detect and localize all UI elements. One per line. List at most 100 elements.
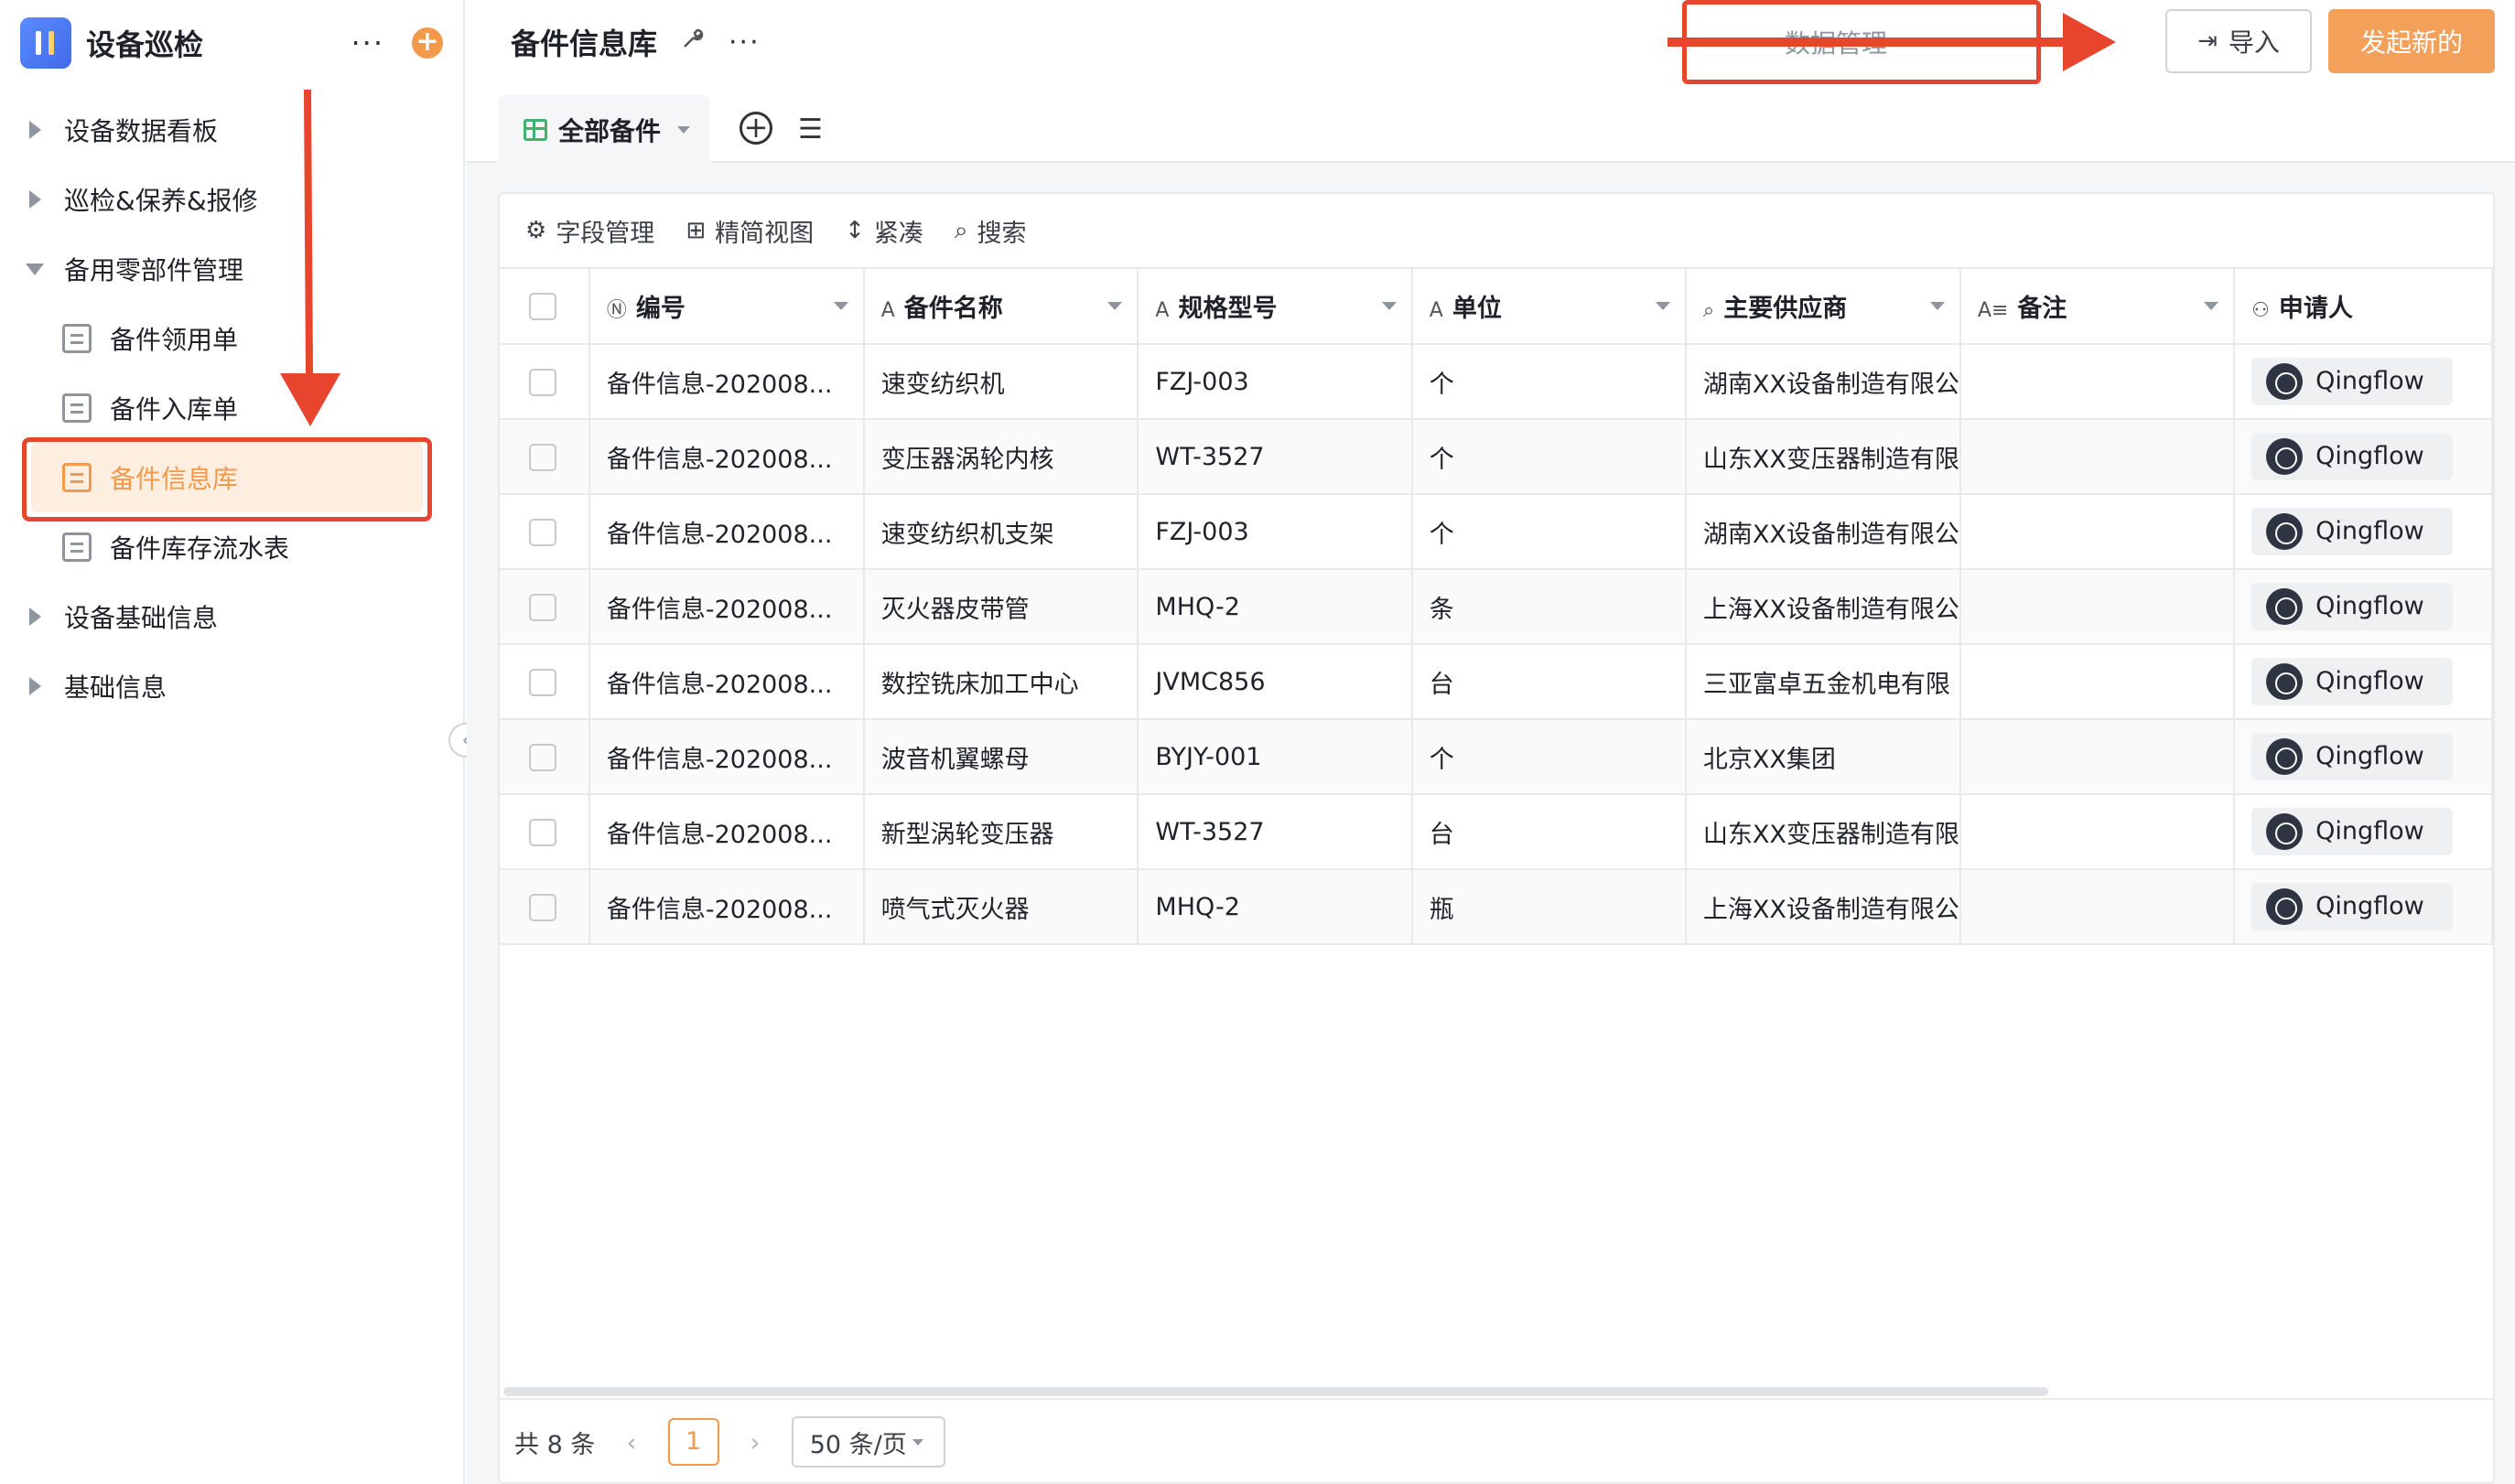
table-cell: 台: [1411, 644, 1687, 720]
table-cell: BYJY-001: [1138, 719, 1413, 795]
gear-icon: ⚙: [525, 217, 547, 244]
sidebar-item-stock-ledger[interactable]: 备件库存流水表: [0, 512, 465, 582]
applicant-tag[interactable]: Qingflow: [2251, 582, 2454, 630]
table-row[interactable]: 备件信息-202008... 数控铣床加工中心 JVMC856 台三亚富卓五金机电有限…: [500, 644, 2493, 720]
row-checkbox[interactable]: [500, 794, 590, 870]
new-record-button[interactable]: 发起新的: [2328, 9, 2495, 73]
page-title: 备件信息库: [511, 27, 658, 61]
applicant-tag[interactable]: Qingflow: [2251, 507, 2454, 555]
table-cell: FZJ-003: [1138, 344, 1413, 420]
app-add-button[interactable]: +: [412, 27, 443, 59]
column-header-supplier[interactable]: ⌕ 主要供应商: [1685, 269, 1961, 345]
table-cell: 备件信息-202008...: [588, 494, 865, 570]
page-size-select[interactable]: 50 条/页: [791, 1416, 945, 1468]
table-row[interactable]: 备件信息-202008... 波音机翼螺母 BYJY-001 个北京XX集团 Qingf…: [500, 719, 2493, 795]
applicant-tag[interactable]: Qingflow: [2251, 432, 2454, 480]
table-row[interactable]: 备件信息-202008... 变压器涡轮内核 WT-3527 个山东XX变压器制造有限…: [500, 419, 2493, 495]
table-row[interactable]: 备件信息-202008... 速变纺织机 FZJ-003 个湖南XX设备制造有限公 Qi…: [500, 344, 2493, 420]
field-manage-button[interactable]: ⚙ 字段管理: [525, 213, 654, 249]
table-cell: 备件信息-202008...: [588, 344, 865, 420]
table-cell: 波音机翼螺母: [863, 719, 1139, 795]
table-cell: Qingflow: [2234, 794, 2493, 870]
table-cell: [1959, 569, 2236, 645]
table-cell: 湖南XX设备制造有限公: [1685, 344, 1961, 420]
sidebar-item-label: 设备基础信息: [64, 603, 219, 633]
search-button[interactable]: ⌕ 搜索: [955, 213, 1027, 249]
sidebar-item-spare-parts[interactable]: 备用零部件管理: [0, 234, 465, 304]
topbar: 备件信息库 ··· 数据管理 ⇥ 导入 发起新的: [467, 0, 2515, 84]
table-row[interactable]: 备件信息-202008... 新型涡轮变压器 WT-3527 台山东XX变压器制造有限…: [500, 794, 2493, 870]
applicant-tag[interactable]: Qingflow: [2251, 357, 2454, 405]
horizontal-scrollbar[interactable]: [503, 1387, 2048, 1396]
table-row[interactable]: 备件信息-202008... 速变纺织机支架 FZJ-003 个湖南XX设备制造有限公…: [500, 494, 2493, 570]
applicant-tag[interactable]: Qingflow: [2251, 882, 2454, 930]
table-cell: [1959, 494, 2236, 570]
table-cell: MHQ-2: [1138, 869, 1413, 945]
page-number[interactable]: 1: [667, 1418, 719, 1466]
sidebar-item-inspection[interactable]: 巡检&保养&报修: [0, 165, 465, 234]
applicant-tag[interactable]: Qingflow: [2251, 807, 2454, 855]
table-cell: 喷气式灭火器: [863, 869, 1139, 945]
app-more-icon[interactable]: ···: [351, 26, 384, 60]
column-header-spec[interactable]: A 规格型号: [1138, 269, 1413, 345]
row-checkbox[interactable]: [500, 644, 590, 720]
row-checkbox[interactable]: [500, 494, 590, 570]
text-field-icon: A: [1155, 299, 1170, 322]
table-cell: 变压器涡轮内核: [863, 419, 1139, 495]
view-list-icon[interactable]: ☰: [798, 113, 823, 145]
table-cell: Qingflow: [2234, 344, 2493, 420]
table-cell: 备件信息-202008...: [588, 869, 865, 945]
row-checkbox[interactable]: [500, 419, 590, 495]
sidebar-item-dashboard[interactable]: 设备数据看板: [0, 95, 465, 165]
next-page-icon[interactable]: ›: [750, 1427, 761, 1457]
prev-page-icon[interactable]: ‹: [626, 1427, 636, 1457]
add-view-icon[interactable]: +: [739, 112, 772, 145]
sidebar-item-basic-info[interactable]: 基础信息: [0, 651, 465, 721]
page-more-icon[interactable]: ···: [729, 27, 761, 59]
column-header-name[interactable]: A 备件名称: [863, 269, 1139, 345]
column-header-code[interactable]: Ⓝ 编号: [588, 269, 865, 345]
tab-all-parts[interactable]: 全部备件: [498, 95, 710, 165]
column-header-unit[interactable]: A 单位: [1411, 269, 1687, 345]
simple-view-button[interactable]: ⊞ 精简视图: [685, 213, 814, 249]
search-label: 搜索: [977, 219, 1027, 248]
table-cell: MHQ-2: [1138, 569, 1413, 645]
table-cell: 速变纺织机: [863, 344, 1139, 420]
column-label: 主要供应商: [1723, 295, 1848, 323]
table-cell: Qingflow: [2234, 419, 2493, 495]
column-header-remark[interactable]: A≡ 备注: [1959, 269, 2236, 345]
column-label: 备件名称: [903, 295, 1003, 323]
table-cell: [1959, 794, 2236, 870]
pagination: 共 8 条 ‹ 1 › 50 条/页: [500, 1398, 2493, 1484]
applicant-tag[interactable]: Qingflow: [2251, 657, 2454, 705]
wrench-icon[interactable]: [679, 27, 705, 59]
row-checkbox[interactable]: [500, 869, 590, 945]
applicant-name: Qingflow: [2315, 592, 2424, 620]
table-cell: 上海XX设备制造有限公: [1685, 869, 1961, 945]
row-checkbox[interactable]: [500, 344, 590, 420]
table-row[interactable]: 备件信息-202008... 灭火器皮带管 MHQ-2 条上海XX设备制造有限公 Qin…: [500, 569, 2493, 645]
table-cell: [1959, 869, 2236, 945]
select-all-checkbox[interactable]: [500, 269, 590, 345]
compact-button[interactable]: ↕ 紧凑: [845, 213, 923, 249]
row-checkbox[interactable]: [500, 719, 590, 795]
caret-right-icon: [0, 121, 64, 139]
applicant-name: Qingflow: [2315, 367, 2424, 395]
table-cell: 备件信息-202008...: [588, 644, 865, 720]
avatar: [2266, 737, 2304, 775]
sidebar: 设备巡检 ··· + 设备数据看板 巡检&保养&报修 备用零部件管理 备件领用单…: [0, 0, 465, 1484]
form-icon: [62, 324, 92, 353]
avatar: [2266, 587, 2304, 625]
table-cell: 灭火器皮带管: [863, 569, 1139, 645]
column-header-applicant[interactable]: ⚇ 申请人: [2234, 269, 2493, 345]
table-cell: 瓶: [1411, 869, 1687, 945]
table-row[interactable]: 备件信息-202008... 喷气式灭火器 MHQ-2 瓶上海XX设备制造有限公 Qin…: [500, 869, 2493, 945]
import-button[interactable]: ⇥ 导入: [2165, 9, 2312, 73]
table-body: 备件信息-202008... 速变纺织机 FZJ-003 个湖南XX设备制造有限公 Qi…: [500, 344, 2493, 945]
row-checkbox[interactable]: [500, 569, 590, 645]
sidebar-item-requisition[interactable]: 备件领用单: [0, 304, 465, 373]
sidebar-item-label: 备件入库单: [110, 394, 239, 425]
sidebar-item-inbound[interactable]: 备件入库单: [0, 373, 465, 443]
applicant-tag[interactable]: Qingflow: [2251, 732, 2454, 780]
sidebar-item-equipment-info[interactable]: 设备基础信息: [0, 582, 465, 651]
